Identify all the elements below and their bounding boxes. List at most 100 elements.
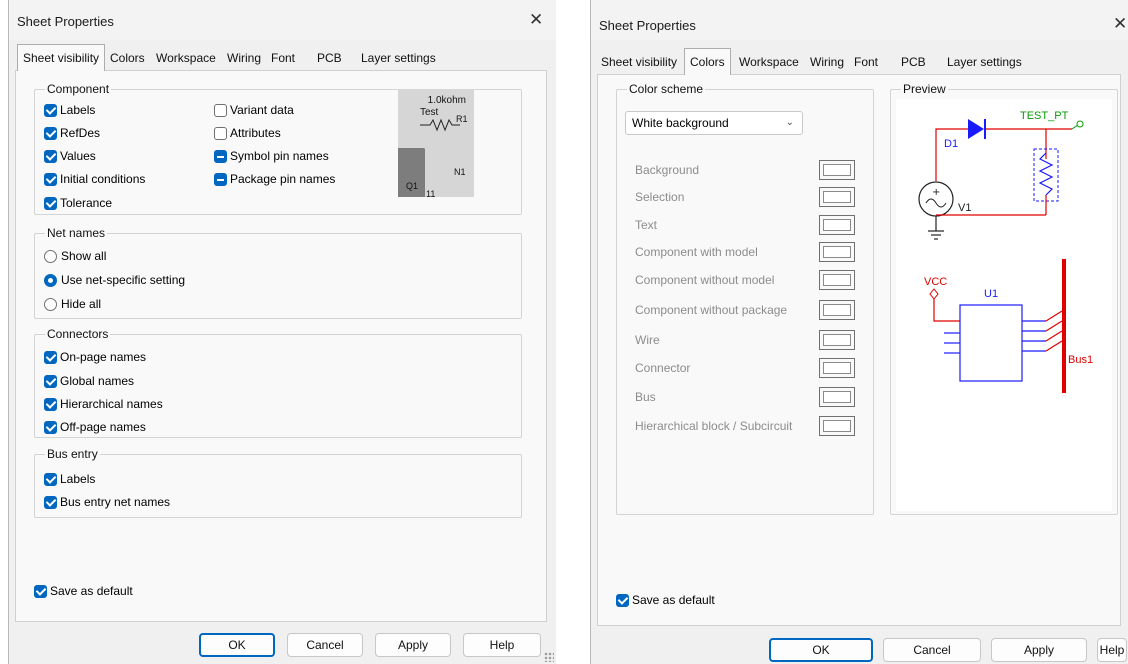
checkbox[interactable] [44,103,57,117]
tab-font[interactable]: Font [854,50,878,74]
help-button[interactable]: Help [1097,638,1127,662]
preview-r1-label: R1 [456,114,468,124]
color-swatch-button[interactable] [819,160,855,180]
group-title: Bus entry [45,447,100,461]
tab-font[interactable]: Font [271,46,295,70]
tab-layer-settings[interactable]: Layer settings [361,46,436,70]
color-swatch-button[interactable] [819,270,855,290]
hide-all-radio[interactable]: Hide all [44,296,101,312]
color-swatch-button[interactable] [819,358,855,378]
color-row-selection: Selection [617,185,873,209]
group-title: Component [45,82,112,96]
tab-workspace[interactable]: Workspace [156,46,216,70]
tab-colors[interactable]: Colors [684,48,731,75]
dialog-title: Sheet Properties [599,18,696,33]
tab-sheet-visibility[interactable]: Sheet visibility [17,44,106,71]
tolerance-checkbox[interactable]: Tolerance [44,195,112,211]
d1-label: D1 [944,138,958,150]
radio[interactable] [44,249,57,263]
hierarchical-names-checkbox[interactable]: Hierarchical names [44,396,163,412]
tab-workspace[interactable]: Workspace [739,50,799,74]
cancel-button[interactable]: Cancel [883,638,981,662]
color-swatch-button[interactable] [819,242,855,262]
apply-button[interactable]: Apply [991,638,1087,662]
checkbox[interactable] [44,420,57,434]
package-pin-names-checkbox[interactable]: Package pin names [214,171,335,187]
preview-value-label: 1.0kohm [428,95,466,106]
refdes-checkbox[interactable]: RefDes [44,125,100,141]
color-row-component-without-model: Component without model [617,268,873,292]
color-row-bus: Bus [617,385,873,409]
bus1-label: Bus1 [1068,354,1093,366]
preview-q1-label: Q1 [406,181,418,191]
use-net-specific-radio[interactable]: Use net-specific setting [44,272,185,288]
ok-button[interactable]: OK [199,633,275,657]
tab-wiring[interactable]: Wiring [227,46,261,70]
tab-wiring[interactable]: Wiring [810,50,844,74]
help-button[interactable]: Help [463,633,541,657]
on-page-names-checkbox[interactable]: On-page names [44,349,146,365]
checkbox[interactable] [44,149,57,163]
checkbox[interactable] [44,472,57,486]
checkbox[interactable] [44,172,57,186]
svg-text:+: + [932,187,940,198]
checkbox[interactable] [34,584,47,598]
initial-conditions-checkbox[interactable]: Initial conditions [44,171,145,187]
tab-colors[interactable]: Colors [110,46,145,70]
color-row-connector: Connector [617,356,873,380]
close-icon[interactable]: ✕ [529,10,543,30]
tab-bar: Sheet visibility Colors Workspace Wiring… [15,44,455,71]
radio[interactable] [44,273,57,287]
tab-pcb[interactable]: PCB [901,50,926,74]
checkbox[interactable] [44,495,57,509]
checkbox[interactable] [44,126,57,140]
color-swatch-button[interactable] [819,416,855,436]
checkbox[interactable] [214,149,227,163]
color-swatch-button[interactable] [819,215,855,235]
global-names-checkbox[interactable]: Global names [44,373,134,389]
tab-layer-settings[interactable]: Layer settings [947,50,1022,74]
checkbox[interactable] [44,397,57,411]
cancel-button[interactable]: Cancel [287,633,363,657]
show-all-radio[interactable]: Show all [44,248,106,264]
apply-button[interactable]: Apply [375,633,451,657]
save-as-default-checkbox[interactable]: Save as default [34,583,133,599]
preview-pin-label: 11 [426,189,435,197]
variant-data-checkbox[interactable]: Variant data [214,102,294,118]
checkbox[interactable] [214,103,227,117]
color-row-text: Text [617,213,873,237]
labels-checkbox[interactable]: Labels [44,102,95,118]
color-row-background: Background [617,158,873,182]
checkbox[interactable] [616,593,629,607]
checkbox[interactable] [44,196,57,210]
tab-panel: Color scheme White background ⌄ Backgrou… [597,74,1121,626]
u1-label: U1 [984,288,998,300]
color-scheme-select[interactable]: White background ⌄ [625,111,803,135]
save-as-default-checkbox[interactable]: Save as default [616,592,715,608]
color-swatch-button[interactable] [819,300,855,320]
tab-sheet-visibility[interactable]: Sheet visibility [601,50,677,74]
color-swatch-button[interactable] [819,330,855,350]
bus-entry-net-names-checkbox[interactable]: Bus entry net names [44,494,170,510]
off-page-names-checkbox[interactable]: Off-page names [44,419,146,435]
checkbox[interactable] [214,126,227,140]
symbol-pin-names-checkbox[interactable]: Symbol pin names [214,148,329,164]
checkbox[interactable] [44,374,57,388]
bus-labels-checkbox[interactable]: Labels [44,471,95,487]
close-icon[interactable]: ✕ [1113,14,1127,34]
resize-grip[interactable] [544,652,554,662]
checkbox[interactable] [214,172,227,186]
attributes-checkbox[interactable]: Attributes [214,125,281,141]
checkbox[interactable] [44,350,57,364]
title-bar: Sheet Properties ✕ [9,0,556,40]
color-row-component-with-model: Component with model [617,240,873,264]
radio[interactable] [44,297,57,311]
color-swatch-button[interactable] [819,187,855,207]
dialog-title: Sheet Properties [17,14,114,29]
color-swatch-button[interactable] [819,387,855,407]
tab-pcb[interactable]: PCB [317,46,342,70]
sheet-properties-dialog-colors: Sheet Properties ✕ Sheet visibility Colo… [590,0,1128,664]
values-checkbox[interactable]: Values [44,148,96,164]
ok-button[interactable]: OK [769,638,873,662]
preview-test-label: Test [420,107,439,118]
